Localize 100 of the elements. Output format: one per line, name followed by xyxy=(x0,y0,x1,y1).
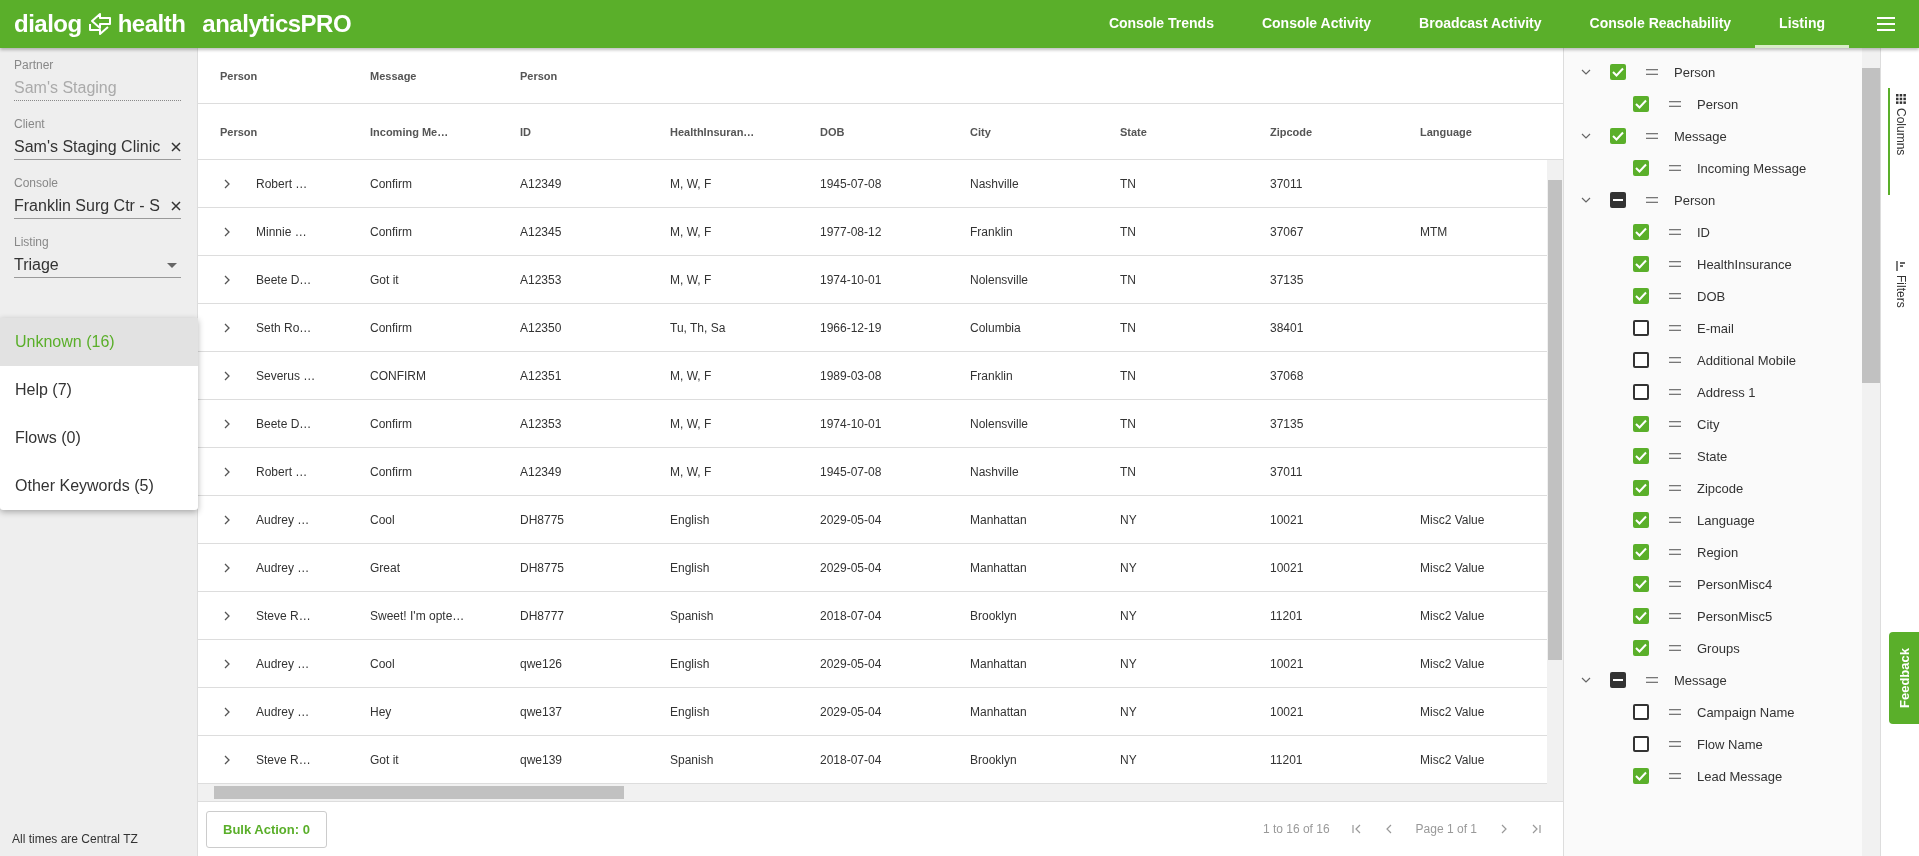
expand-chevron-icon[interactable] xyxy=(224,226,230,237)
column-header[interactable]: Language xyxy=(1420,125,1472,138)
checkbox[interactable] xyxy=(1610,192,1626,208)
expand-chevron-icon[interactable] xyxy=(224,562,230,573)
table-cell: Sweet! I'm opte… xyxy=(370,608,465,623)
table-cell: Great xyxy=(370,560,400,575)
drag-handle-icon[interactable] xyxy=(1669,389,1681,395)
clear-icon[interactable] xyxy=(171,201,181,211)
drag-handle-icon[interactable] xyxy=(1669,421,1681,427)
chevron-icon[interactable] xyxy=(1581,677,1591,683)
column-header[interactable]: DOB xyxy=(820,125,970,138)
drag-handle-icon[interactable] xyxy=(1669,645,1681,651)
menu-item[interactable]: Flows (0) xyxy=(0,414,198,462)
drag-handle-icon[interactable] xyxy=(1669,325,1681,331)
drag-handle-icon[interactable] xyxy=(1646,133,1658,139)
expand-chevron-icon[interactable] xyxy=(224,178,230,189)
drag-handle-icon[interactable] xyxy=(1669,613,1681,619)
drag-handle-icon[interactable] xyxy=(1646,69,1658,75)
checkbox[interactable] xyxy=(1633,768,1649,784)
drag-handle-icon[interactable] xyxy=(1669,485,1681,491)
table-cell: 37135 xyxy=(1270,272,1304,287)
checkbox[interactable] xyxy=(1633,256,1649,272)
drag-handle-icon[interactable] xyxy=(1646,677,1658,683)
checkbox[interactable] xyxy=(1633,512,1649,528)
expand-chevron-icon[interactable] xyxy=(224,322,230,333)
column-header[interactable]: HealthInsuran… xyxy=(670,125,820,138)
drag-handle-icon[interactable] xyxy=(1669,229,1681,235)
checkbox[interactable] xyxy=(1610,672,1626,688)
checkbox[interactable] xyxy=(1633,608,1649,624)
horizontal-scrollbar[interactable] xyxy=(198,784,1563,801)
table-cell: Manhattan xyxy=(970,656,1027,671)
drag-handle-icon[interactable] xyxy=(1669,165,1681,171)
drag-handle-icon[interactable] xyxy=(1646,197,1658,203)
expand-chevron-icon[interactable] xyxy=(224,658,230,669)
drag-handle-icon[interactable] xyxy=(1669,741,1681,747)
table-cell: Misc2 Value xyxy=(1420,512,1485,527)
expand-chevron-icon[interactable] xyxy=(224,754,230,765)
clear-icon[interactable] xyxy=(171,142,181,152)
menu-icon[interactable] xyxy=(1877,17,1895,31)
checkbox[interactable] xyxy=(1633,416,1649,432)
checkbox[interactable] xyxy=(1633,448,1649,464)
checkbox[interactable] xyxy=(1633,704,1649,720)
checkbox[interactable] xyxy=(1633,320,1649,336)
column-header[interactable]: Person xyxy=(220,125,370,138)
chevron-icon[interactable] xyxy=(1581,197,1591,203)
drag-handle-icon[interactable] xyxy=(1669,581,1681,587)
checkbox[interactable] xyxy=(1633,224,1649,240)
drag-handle-icon[interactable] xyxy=(1669,357,1681,363)
table-cell: DH8775 xyxy=(520,560,565,575)
checkbox[interactable] xyxy=(1633,544,1649,560)
checkbox[interactable] xyxy=(1633,96,1649,112)
column-header[interactable]: Zipcode xyxy=(1270,125,1420,138)
column-header[interactable]: ID xyxy=(520,125,670,138)
table-cell: 10021 xyxy=(1270,656,1304,671)
expand-chevron-icon[interactable] xyxy=(224,514,230,525)
field-label: Client xyxy=(14,117,46,131)
drag-handle-icon[interactable] xyxy=(1669,773,1681,779)
checkbox[interactable] xyxy=(1633,384,1649,400)
checkbox[interactable] xyxy=(1633,736,1649,752)
vertical-scrollbar[interactable] xyxy=(1862,48,1880,856)
input-field[interactable]: Sam's Staging Clinic xyxy=(14,135,181,160)
checkbox[interactable] xyxy=(1633,480,1649,496)
drag-handle-icon[interactable] xyxy=(1669,517,1681,523)
next-page-icon[interactable] xyxy=(1499,824,1509,834)
dropdown-caret-icon[interactable] xyxy=(167,262,177,268)
column-header[interactable]: City xyxy=(970,125,1120,138)
expand-chevron-icon[interactable] xyxy=(224,466,230,477)
column-header[interactable]: Incoming Me… xyxy=(370,125,520,138)
drag-handle-icon[interactable] xyxy=(1669,549,1681,555)
menu-item[interactable]: Help (7) xyxy=(0,366,198,414)
column-label: Incoming Message xyxy=(1697,160,1807,176)
chevron-icon[interactable] xyxy=(1581,69,1591,75)
vertical-scrollbar[interactable] xyxy=(1547,160,1563,784)
expand-chevron-icon[interactable] xyxy=(224,610,230,621)
checkbox[interactable] xyxy=(1633,160,1649,176)
drag-handle-icon[interactable] xyxy=(1669,101,1681,107)
table-cell: Cool xyxy=(370,512,395,527)
drag-handle-icon[interactable] xyxy=(1669,261,1681,267)
expand-chevron-icon[interactable] xyxy=(224,418,230,429)
side-tab[interactable]: Columns xyxy=(1888,88,1912,196)
drag-handle-icon[interactable] xyxy=(1669,709,1681,715)
chevron-icon[interactable] xyxy=(1581,133,1591,139)
checkbox[interactable] xyxy=(1633,640,1649,656)
checkbox[interactable] xyxy=(1633,352,1649,368)
side-tab[interactable]: Filters xyxy=(1888,255,1912,317)
last-page-icon[interactable] xyxy=(1531,824,1541,834)
first-page-icon[interactable] xyxy=(1351,824,1362,834)
expand-chevron-icon[interactable] xyxy=(224,274,230,285)
menu-item[interactable]: Other Keywords (5) xyxy=(0,462,198,510)
input-field[interactable]: Franklin Surg Ctr - S xyxy=(14,194,181,219)
expand-chevron-icon[interactable] xyxy=(224,706,230,717)
drag-handle-icon[interactable] xyxy=(1669,293,1681,299)
table-cell: TN xyxy=(1120,176,1136,191)
input-field[interactable]: Triage xyxy=(14,253,181,278)
table-cell: Misc2 Value xyxy=(1420,560,1485,575)
expand-chevron-icon[interactable] xyxy=(224,370,230,381)
checkbox[interactable] xyxy=(1633,576,1649,592)
column-header[interactable]: State xyxy=(1120,125,1270,138)
drag-handle-icon[interactable] xyxy=(1669,453,1681,459)
checkbox[interactable] xyxy=(1633,288,1649,304)
